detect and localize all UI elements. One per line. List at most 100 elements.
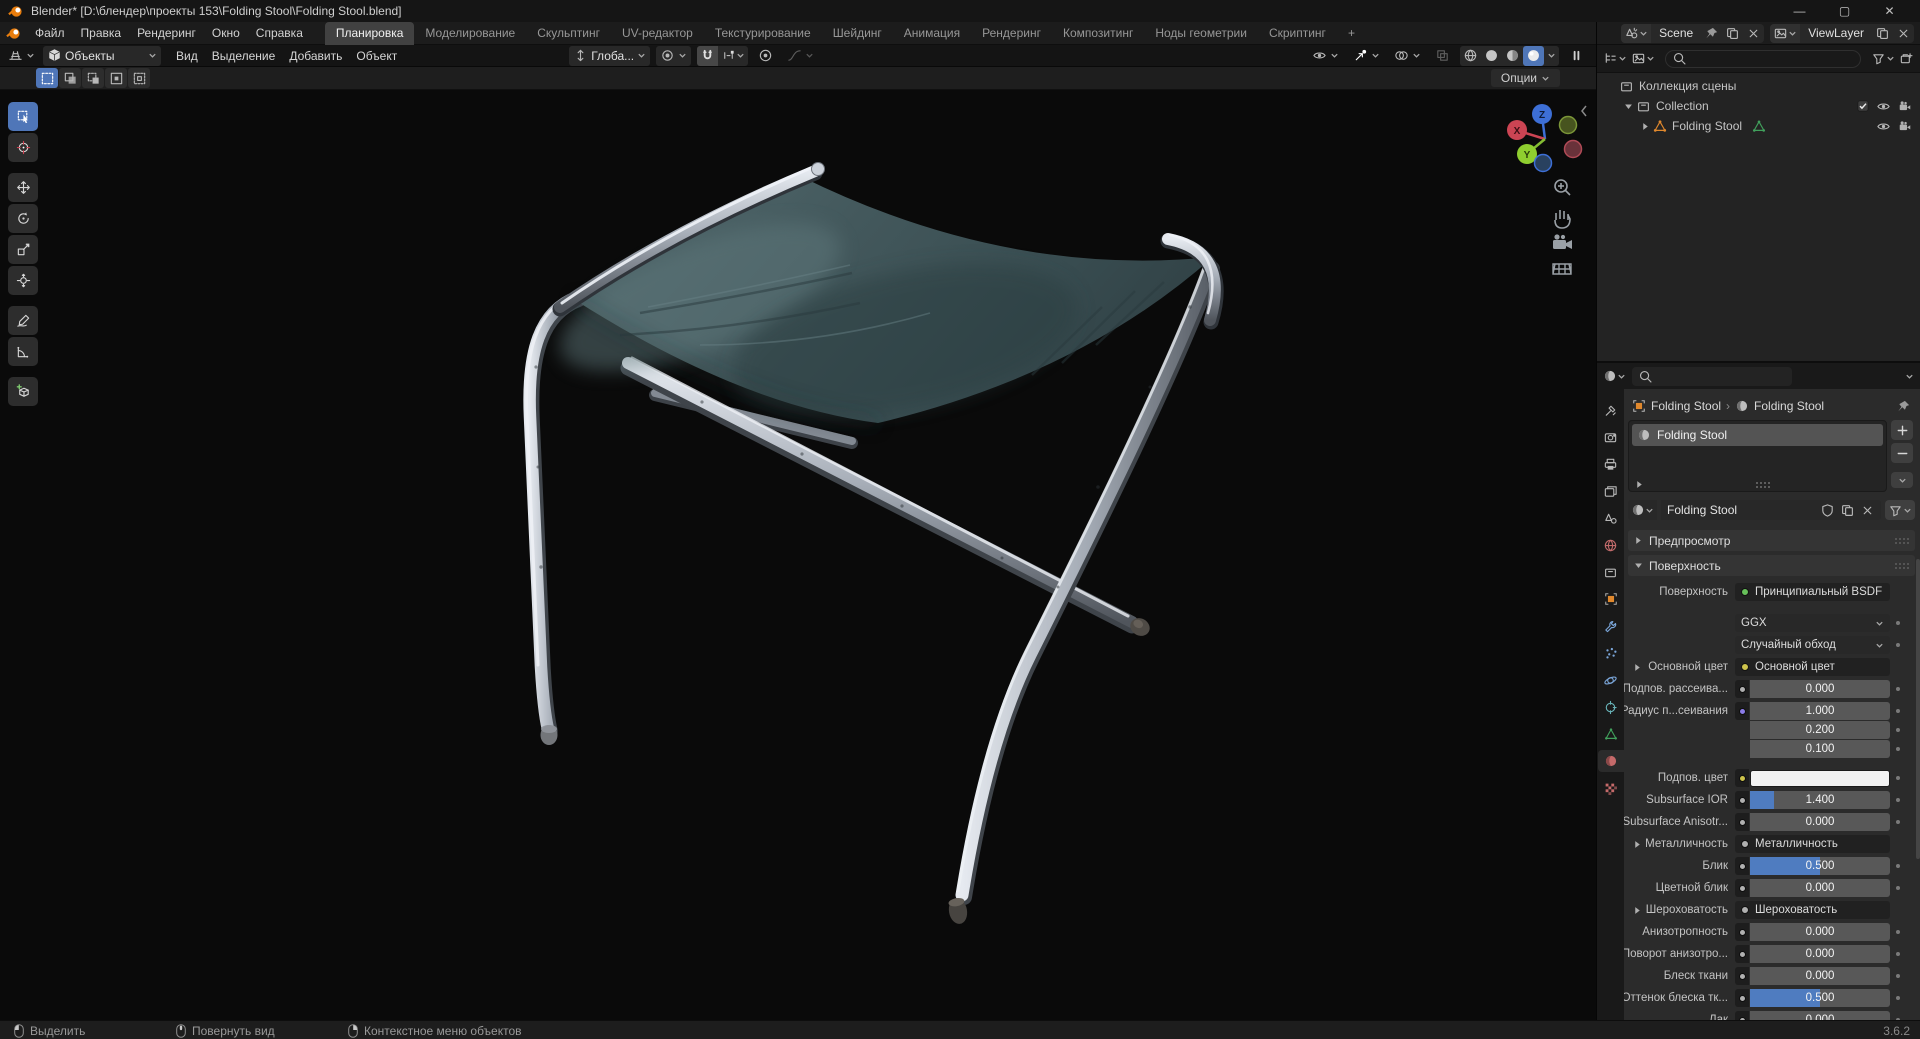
animate-decorator[interactable] xyxy=(1890,791,1906,809)
animate-decorator[interactable] xyxy=(1890,740,1906,758)
animate-decorator[interactable] xyxy=(1890,769,1906,787)
gizmos-dropdown[interactable] xyxy=(1349,46,1384,66)
workspace-tab-Шейдинг[interactable]: Шейдинг xyxy=(822,22,893,45)
workspace-tab-Анимация[interactable]: Анимация xyxy=(893,22,971,45)
eye-toggle[interactable] xyxy=(1876,99,1891,114)
options-button[interactable]: Опции xyxy=(1490,69,1560,87)
animate-decorator[interactable] xyxy=(1890,614,1906,632)
properties-options-icon[interactable] xyxy=(1905,372,1914,381)
material-name-field[interactable]: Folding Stool xyxy=(1661,500,1881,520)
unlink-scene-icon[interactable] xyxy=(1743,24,1764,43)
breadcrumb-object[interactable]: Folding Stool xyxy=(1651,399,1721,413)
node-socket[interactable] xyxy=(1735,702,1749,720)
properties-scrollbar[interactable] xyxy=(1916,559,1920,859)
properties-tab-texture[interactable] xyxy=(1598,777,1624,799)
viewlayer-icon[interactable] xyxy=(1770,23,1801,43)
shading-dropdown[interactable] xyxy=(1544,46,1559,66)
select-mode-invert[interactable] xyxy=(105,68,127,88)
animate-decorator[interactable] xyxy=(1890,967,1906,985)
fake-user-icon[interactable] xyxy=(1820,503,1835,518)
properties-tab-collection[interactable] xyxy=(1598,561,1624,583)
menu-Файл[interactable]: Файл xyxy=(27,22,73,45)
slot-expand-icon[interactable] xyxy=(1635,480,1644,489)
node-socket[interactable] xyxy=(1735,879,1749,897)
outliner-item-label[interactable]: Folding Stool xyxy=(1672,119,1742,133)
material-specials-button[interactable] xyxy=(1885,500,1915,520)
workspace-tab-Ноды геометрии[interactable]: Ноды геометрии xyxy=(1144,22,1258,45)
new-material-icon[interactable] xyxy=(1840,503,1855,518)
expander-icon[interactable] xyxy=(1624,102,1636,111)
tool-cursor[interactable] xyxy=(8,133,38,162)
viewport-menu-Добавить[interactable]: Добавить xyxy=(282,49,349,63)
value-slider[interactable]: 0.100 xyxy=(1750,740,1890,758)
select-mode-subtract[interactable] xyxy=(82,68,104,88)
value-slider[interactable]: 0.000 xyxy=(1750,1011,1890,1020)
shading-rendered-button[interactable] xyxy=(1523,45,1544,66)
menu-Окно[interactable]: Окно xyxy=(204,22,248,45)
node-socket[interactable] xyxy=(1735,967,1749,985)
select-mode-set[interactable] xyxy=(36,68,58,88)
value-slider[interactable]: 0.000 xyxy=(1750,967,1890,985)
animate-decorator[interactable] xyxy=(1890,989,1906,1007)
animate-decorator[interactable] xyxy=(1890,1011,1906,1020)
viewport-menu-Объект[interactable]: Объект xyxy=(349,49,404,63)
select-mode-extend[interactable] xyxy=(59,68,81,88)
panel-surface[interactable]: Поверхность xyxy=(1628,555,1915,576)
outliner-row-Коллекция сцены[interactable]: Коллекция сцены xyxy=(1597,76,1920,96)
show-object-types-dropdown[interactable] xyxy=(1308,46,1343,66)
scene-name[interactable]: Scene xyxy=(1651,26,1701,40)
pivot-point-dropdown[interactable] xyxy=(656,45,692,66)
outliner-filter-id-dropdown[interactable] xyxy=(1631,51,1655,66)
add-slot-button[interactable] xyxy=(1891,420,1913,440)
material-slot-item[interactable]: Folding Stool xyxy=(1632,424,1883,446)
panel-preview[interactable]: Предпросмотр xyxy=(1628,530,1915,551)
dropdown-GGX[interactable]: GGX xyxy=(1735,614,1890,632)
menu-Правка[interactable]: Правка xyxy=(73,22,130,45)
tool-annotate[interactable] xyxy=(8,306,38,335)
slot-specials-dropdown[interactable] xyxy=(1891,472,1913,488)
properties-tab-object[interactable] xyxy=(1598,588,1624,610)
add-workspace-button[interactable]: + xyxy=(1337,22,1366,45)
close-button[interactable]: ✕ xyxy=(1867,0,1912,22)
value-slider[interactable]: 0.500 xyxy=(1750,857,1890,875)
snap-toggle[interactable] xyxy=(697,45,719,66)
node-link-button[interactable]: Металличность xyxy=(1735,835,1890,853)
expand-icon[interactable] xyxy=(1633,906,1642,915)
value-slider[interactable]: 0.000 xyxy=(1750,945,1890,963)
node-socket[interactable] xyxy=(1735,1011,1749,1020)
animate-decorator[interactable] xyxy=(1890,879,1906,897)
properties-tab-particles[interactable] xyxy=(1598,642,1624,664)
outliner-filter-dropdown[interactable] xyxy=(1871,51,1895,66)
node-link-button[interactable]: Принципиальный BSDF xyxy=(1735,583,1890,601)
shading-solid-button[interactable] xyxy=(1481,46,1502,66)
value-slider[interactable]: 0.500 xyxy=(1750,989,1890,1007)
properties-tab-output[interactable] xyxy=(1598,453,1624,475)
viewport-nav-gizmo[interactable]: Z X Y xyxy=(1498,92,1594,278)
properties-tab-scene[interactable] xyxy=(1598,507,1624,529)
value-slider[interactable]: 0.000 xyxy=(1750,879,1890,897)
properties-tab-render[interactable] xyxy=(1598,426,1624,448)
checkbox-toggle[interactable] xyxy=(1857,100,1869,112)
tool-transform[interactable] xyxy=(8,266,38,295)
outliner-search-input[interactable] xyxy=(1665,49,1861,68)
menu-Рендеринг[interactable]: Рендеринг xyxy=(129,22,204,45)
animate-decorator[interactable] xyxy=(1890,923,1906,941)
animate-decorator[interactable] xyxy=(1890,721,1906,739)
camera-toggle[interactable] xyxy=(1898,120,1912,133)
shading-material-button[interactable] xyxy=(1502,46,1523,66)
workspace-tab-Моделирование[interactable]: Моделирование xyxy=(414,22,526,45)
select-mode-intersect[interactable] xyxy=(128,68,150,88)
mode-dropdown[interactable]: Объекты xyxy=(43,45,161,66)
properties-search-input[interactable] xyxy=(1632,366,1792,386)
camera-toggle[interactable] xyxy=(1898,100,1912,113)
proportional-falloff-dropdown[interactable] xyxy=(783,46,818,66)
tool-rotate[interactable] xyxy=(8,204,38,233)
dropdown-Случайный обход[interactable]: Случайный обход xyxy=(1735,636,1890,654)
copy-viewlayer-icon[interactable] xyxy=(1872,24,1893,43)
node-socket[interactable] xyxy=(1735,857,1749,875)
node-socket[interactable] xyxy=(1735,680,1749,698)
scene-icon[interactable] xyxy=(1621,23,1652,43)
value-slider[interactable]: 0.000 xyxy=(1750,680,1890,698)
blender-menu-icon[interactable] xyxy=(0,26,27,41)
tool-scale[interactable] xyxy=(8,235,38,264)
